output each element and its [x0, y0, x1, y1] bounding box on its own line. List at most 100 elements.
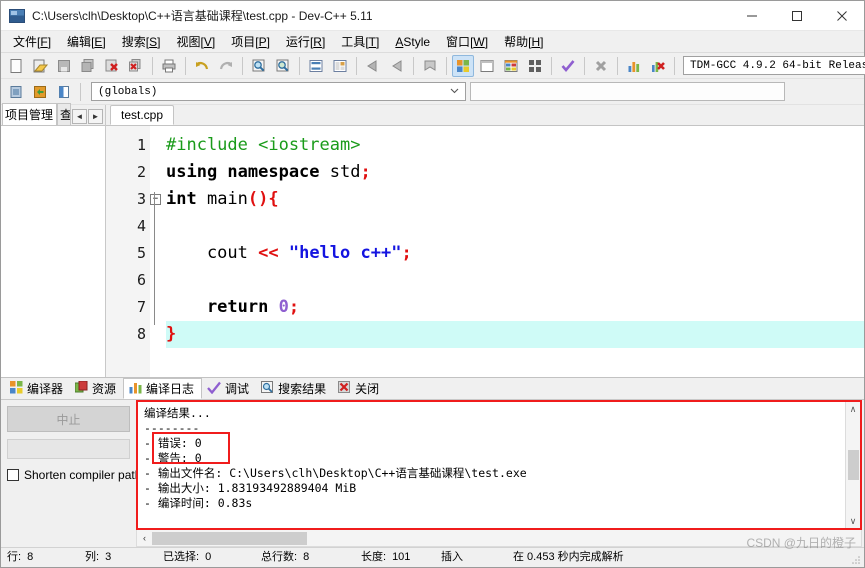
toolbar-primary: TDM-GCC 4.9.2 64-bit Release	[1, 53, 865, 79]
dock-tab-compiler[interactable]: 编译器	[5, 378, 70, 399]
globals-scope-value: (globals)	[98, 85, 158, 98]
log-horizontal-scrollbar[interactable]: ‹	[136, 530, 862, 547]
dock-tab-compile-log[interactable]: 编译日志	[123, 378, 203, 399]
indent-right-icon[interactable]	[386, 55, 408, 77]
menu-view-hotkey: V	[203, 35, 212, 49]
menu-astyle[interactable]: AStyle	[387, 33, 438, 51]
goto-line-icon[interactable]	[305, 55, 327, 77]
project-tree[interactable]	[1, 125, 105, 377]
tab-browse[interactable]: 查	[57, 103, 72, 125]
menu-help-label: 帮助	[504, 35, 529, 49]
split-view-icon[interactable]	[329, 55, 351, 77]
compiler-icon	[10, 380, 23, 397]
toolbar-divider	[152, 56, 153, 75]
menu-search[interactable]: 搜索[S]	[114, 31, 169, 52]
status-col-label: 列:	[85, 550, 100, 563]
rebuild-all-icon[interactable]	[524, 55, 546, 77]
code-token: "hello c++"	[288, 243, 402, 263]
hscrollbar-thumb[interactable]	[152, 531, 307, 545]
compile-run-icon[interactable]	[500, 55, 522, 77]
code-text-area[interactable]: #include <iostream> using namespace std; i…	[150, 126, 864, 377]
undo-icon[interactable]	[191, 55, 213, 77]
compiler-set-combo[interactable]: TDM-GCC 4.9.2 64-bit Release	[683, 56, 865, 75]
dock-tab-close[interactable]: 关闭	[333, 378, 386, 399]
toolbar-divider-8	[551, 56, 552, 75]
menu-tools[interactable]: 工具[T]	[333, 31, 387, 52]
log-vertical-scrollbar[interactable]: ∧ ∨	[845, 402, 860, 528]
editor-panel: test.cpp 1 2 3 − 4 5 6 7 8 #include <ios…	[106, 105, 864, 377]
menu-search-label: 搜索	[121, 35, 146, 49]
compile-log-area: 编译结果... -------- - 错误: 0- 警告: 0- 输出文件名: C:…	[136, 400, 864, 547]
menu-view-label: 视图	[176, 35, 201, 49]
find-icon[interactable]	[248, 55, 270, 77]
scroll-up-icon[interactable]: ∧	[850, 402, 857, 416]
new-file-icon[interactable]	[5, 55, 27, 77]
code-editor[interactable]: 1 2 3 − 4 5 6 7 8 #include <iostream> usi…	[106, 125, 864, 377]
compile-icon[interactable]	[452, 54, 474, 77]
tab-nav-next-button[interactable]: ►	[88, 109, 104, 124]
window-controls	[729, 1, 864, 31]
stop-execution-icon[interactable]	[590, 55, 612, 77]
scroll-down-icon[interactable]: ∨	[850, 514, 857, 528]
line-number: 8	[136, 325, 146, 343]
scrollbar-thumb[interactable]	[847, 450, 859, 480]
menu-run[interactable]: 运行[R]	[278, 31, 333, 52]
dock-tab-search-results[interactable]: 搜索结果	[256, 378, 333, 399]
globals-scope-combo[interactable]: (globals)	[91, 82, 466, 101]
close-icon[interactable]	[819, 1, 864, 31]
syntax-check-icon[interactable]	[557, 55, 579, 77]
close-all-icon[interactable]	[125, 55, 147, 77]
scroll-left-icon[interactable]: ‹	[137, 533, 152, 543]
secondary-blank-field[interactable]	[470, 82, 785, 101]
abort-button[interactable]: 中止	[7, 406, 130, 432]
hscroll-track[interactable]	[152, 531, 861, 546]
minimize-icon[interactable]	[729, 1, 774, 31]
toggle-breakpoint-icon[interactable]	[29, 81, 51, 103]
menu-window[interactable]: 窗口[W]	[438, 31, 496, 52]
open-file-icon[interactable]	[29, 55, 51, 77]
compiler-set-value: TDM-GCC 4.9.2 64-bit Release	[690, 59, 865, 72]
chevron-down-icon-2	[450, 86, 459, 95]
dock-tab-debug[interactable]: 调试	[202, 378, 256, 399]
shorten-paths-row[interactable]: Shorten compiler paths	[7, 468, 147, 482]
print-icon[interactable]	[158, 55, 180, 77]
menu-view[interactable]: 视图[V]	[168, 31, 223, 52]
title-bar: C:\Users\clh\Desktop\C++语言基础课程\test.cpp …	[1, 1, 864, 31]
menu-edit[interactable]: 编辑[E]	[59, 31, 114, 52]
redo-icon[interactable]	[215, 55, 237, 77]
tab-project-manager[interactable]: 项目管理	[2, 103, 58, 125]
resize-grip-icon[interactable]	[851, 555, 861, 565]
profile-icon[interactable]	[623, 55, 645, 77]
menu-project[interactable]: 项目[P]	[223, 31, 278, 52]
line-number: 7	[136, 298, 146, 316]
status-selected-value: 0	[205, 550, 212, 563]
indent-left-icon[interactable]	[362, 55, 384, 77]
save-file-icon[interactable]	[53, 55, 75, 77]
dock-tab-debug-label: 调试	[225, 382, 250, 396]
code-line: int main(){	[166, 186, 864, 213]
status-row-label: 行:	[7, 550, 22, 563]
delete-profile-icon[interactable]	[647, 55, 669, 77]
bookmark-icon[interactable]	[419, 55, 441, 77]
status-col: 列: 3	[79, 548, 157, 568]
run-icon[interactable]	[476, 55, 498, 77]
shorten-paths-checkbox[interactable]	[7, 469, 19, 481]
menu-tools-label: 工具	[341, 35, 366, 49]
save-all-icon[interactable]	[77, 55, 99, 77]
menu-file[interactable]: 文件[F]	[5, 31, 59, 52]
compile-log-text[interactable]: 编译结果... -------- - 错误: 0- 警告: 0- 输出文件名: C:…	[138, 402, 845, 528]
status-total-lines-label: 总行数:	[261, 550, 298, 563]
menu-edit-hotkey: E	[94, 35, 103, 49]
editor-tab-test-cpp[interactable]: test.cpp	[110, 105, 175, 125]
toggle-panel-icon[interactable]	[53, 81, 75, 103]
menu-help[interactable]: 帮助[H]	[496, 31, 551, 52]
maximize-icon[interactable]	[774, 1, 819, 31]
replace-icon[interactable]	[272, 55, 294, 77]
dock-tab-resources[interactable]: 资源	[70, 378, 123, 399]
code-token: return	[166, 297, 279, 317]
close-file-icon[interactable]	[101, 55, 123, 77]
compile-log-line: - 编译时间: 0.83s	[144, 496, 253, 510]
tab-nav-prev-button[interactable]: ◄	[72, 109, 88, 124]
insert-code-icon[interactable]	[5, 81, 27, 103]
